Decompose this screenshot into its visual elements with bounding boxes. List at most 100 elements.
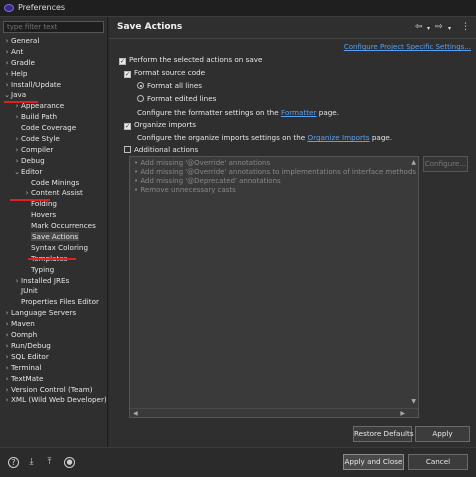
perform-actions-option[interactable]: ✓ Perform the selected actions on save [119,55,262,65]
tree-item-xml[interactable]: › XML (Wild Web Developer) [0,395,107,406]
chevron-down-icon[interactable]: ⌄ [3,90,11,101]
tree-item-debug[interactable]: › Debug [0,156,106,167]
preferences-sidebar: ›General›Ant›Gradle›Help›Install/Update⌄… [0,17,108,447]
tree-item-save-actions[interactable]: Save Actions [0,232,106,243]
help-icon[interactable]: ? [8,457,19,468]
tree-item-oomph[interactable]: › Oomph [0,330,106,341]
format-source-option[interactable]: ✓ Format source code [124,68,205,78]
list-item[interactable]: • Add missing '@Override' annotations to… [130,168,418,177]
tree-item-properties-files-editor[interactable]: Properties Files Editor [0,297,106,308]
chevron-right-icon[interactable]: › [23,188,31,199]
format-edited-lines-option[interactable]: Format edited lines [137,94,216,103]
eclipse-icon [4,4,14,12]
chevron-right-icon[interactable]: › [13,276,21,287]
chevron-right-icon[interactable]: › [3,58,11,69]
organize-imports-option[interactable]: ✓ Organize imports [124,120,196,130]
horizontal-scrollbar[interactable]: ◀ ▶ [130,408,418,417]
export-icon[interactable]: ⤒ [44,457,55,468]
list-item[interactable]: • Add missing '@Deprecated' annotations [130,177,418,186]
chevron-right-icon[interactable]: › [13,134,21,145]
scroll-right-icon[interactable]: ▶ [400,410,405,417]
tree-item-code-coverage[interactable]: Code Coverage [0,123,106,134]
list-item[interactable]: • Add missing '@Override' annotations [130,159,418,168]
chevron-right-icon[interactable]: › [3,69,11,80]
list-item[interactable]: • Remove unnecessary casts [130,186,418,195]
chevron-right-icon[interactable]: › [3,308,11,319]
chevron-right-icon[interactable]: › [3,341,11,352]
tree-item-label: Typing [31,264,55,274]
formatter-link[interactable]: Formatter [281,108,317,117]
additional-actions-checkbox[interactable] [124,146,131,153]
tree-item-mark-occurrences[interactable]: Mark Occurrences [0,221,106,232]
tree-item-install-update[interactable]: › Install/Update [0,80,106,91]
tree-item-ant[interactable]: › Ant [0,47,106,58]
tree-item-compiler[interactable]: › Compiler [0,145,106,156]
organize-imports-link[interactable]: Organize Imports [307,133,369,142]
tree-item-label: Version Control (Team) [11,384,93,394]
chevron-right-icon[interactable]: › [3,395,11,406]
tree-item-java[interactable]: ⌄Java [0,90,106,101]
chevron-right-icon[interactable]: › [3,330,11,341]
chevron-right-icon[interactable]: › [3,319,11,330]
tree-item-sql-editor[interactable]: › SQL Editor [0,352,106,363]
chevron-right-icon[interactable]: › [3,36,11,47]
chevron-right-icon[interactable]: › [3,374,11,385]
formatter-settings-text: Configure the formatter settings on the … [137,108,340,117]
filter-input[interactable] [3,21,104,33]
configure-button[interactable]: Configure... [423,156,468,172]
chevron-right-icon[interactable]: › [3,80,11,91]
scroll-up-icon[interactable]: ▲ [411,159,416,166]
chevron-right-icon[interactable]: › [13,112,21,123]
configure-project-link[interactable]: Configure Project Specific Settings... [344,43,471,51]
tree-item-terminal[interactable]: › Terminal [0,363,106,374]
tree-item-hovers[interactable]: Hovers [0,210,106,221]
tree-item-general[interactable]: › General [0,36,106,47]
tree-item-installed-jres[interactable]: › Installed JREs [0,276,106,287]
chevron-right-icon[interactable]: › [3,47,11,58]
chevron-right-icon[interactable]: › [3,385,11,396]
tree-item-typing[interactable]: Typing [0,265,106,276]
tree-item-label: Java [11,90,27,100]
format-all-lines-option[interactable]: Format all lines [137,81,202,90]
format-edited-radio[interactable] [137,95,144,102]
more-menu-icon[interactable]: ⋮ [461,22,470,32]
preferences-tree: › General › Ant › Gradle › Help › Install/Update ⌄… [0,36,107,406]
chevron-right-icon[interactable]: › [3,352,11,363]
tree-item-code-minings[interactable]: Code Minings [0,178,106,189]
perform-checkbox[interactable]: ✓ [119,58,126,65]
tree-item-language-servers[interactable]: › Language Servers [0,308,106,319]
organize-imports-checkbox[interactable]: ✓ [124,123,131,130]
import-icon[interactable]: ⤓ [26,457,37,468]
tree-item-junit[interactable]: JUnit [0,286,106,297]
apply-and-close-button[interactable]: Apply and Close [343,454,404,470]
oomph-icon[interactable]: ● [64,457,75,468]
tree-item-textmate[interactable]: › TextMate [0,374,106,385]
tree-item-run-debug[interactable]: › Run/Debug [0,341,106,352]
tree-item-syntax-coloring[interactable]: Syntax Coloring [0,243,106,254]
back-arrow-icon[interactable]: ⇦ [415,22,423,32]
tree-item-code-style[interactable]: › Code Style [0,134,106,145]
forward-arrow-icon[interactable]: ⇨ [435,22,443,32]
cancel-button[interactable]: Cancel [408,454,468,470]
scroll-down-icon[interactable]: ▼ [411,398,416,405]
apply-button[interactable]: Apply [415,426,470,442]
tree-item-maven[interactable]: › Maven [0,319,106,330]
tree-item-build-path[interactable]: › Build Path [0,112,106,123]
additional-actions-list[interactable]: • Add missing '@Override' annotations • A… [129,156,419,418]
format-source-checkbox[interactable]: ✓ [124,71,131,78]
tree-item-version-control[interactable]: › Version Control (Team) [0,385,106,396]
additional-actions-option[interactable]: Additional actions [124,145,198,154]
chevron-down-icon[interactable]: ⌄ [13,167,21,178]
back-menu-icon[interactable]: ▾ [427,25,430,32]
chevron-right-icon[interactable]: › [13,145,21,156]
tree-item-gradle[interactable]: › Gradle [0,58,106,69]
format-all-radio[interactable] [137,82,144,89]
tree-item-editor[interactable]: ⌄Editor [0,167,106,178]
tree-item-help[interactable]: › Help [0,69,106,80]
scroll-left-icon[interactable]: ◀ [133,410,138,417]
forward-menu-icon[interactable]: ▾ [448,25,451,32]
chevron-right-icon[interactable]: › [13,156,21,167]
tree-item-content-assist[interactable]: › Content Assist [0,188,106,199]
restore-defaults-button[interactable]: Restore Defaults [353,426,414,442]
chevron-right-icon[interactable]: › [3,363,11,374]
